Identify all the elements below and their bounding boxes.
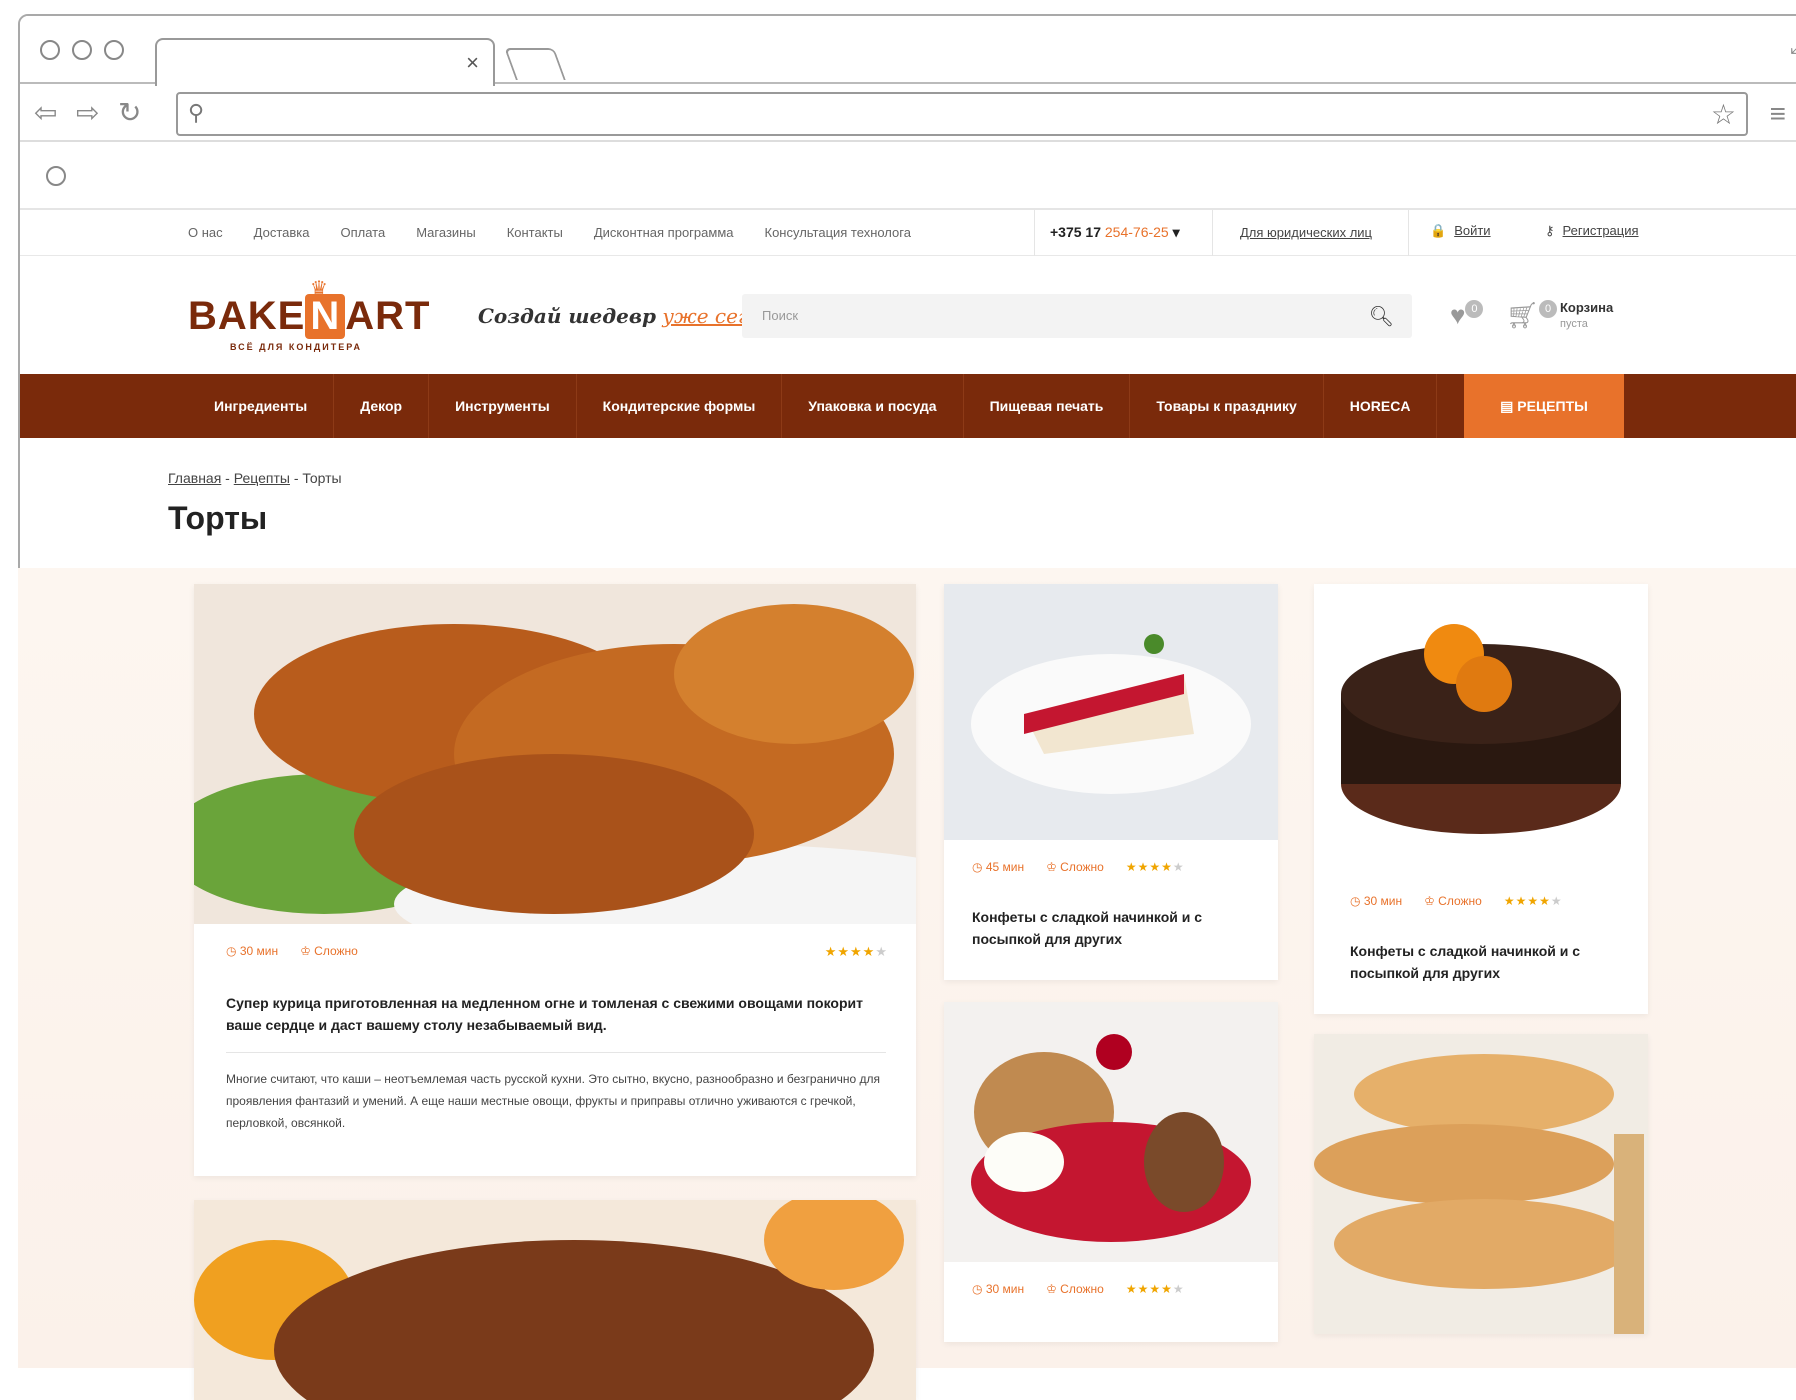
nav-item-ingredients[interactable]: Ингредиенты xyxy=(188,374,335,438)
recipe-meta: ◷ 30 мин ♔ Сложно xyxy=(226,944,358,958)
window-controls xyxy=(40,40,124,60)
recipe-title[interactable]: Конфеты с сладкой начинкой и с посыпкой … xyxy=(972,906,1262,950)
address-bar[interactable]: ⚲ ☆ xyxy=(176,92,1748,136)
clock-icon: ◷ 30 мин xyxy=(972,1282,1025,1296)
site-header: ♛ BAKE N ART ВСЁ ДЛЯ КОНДИТЕРА Создай шеде… xyxy=(20,256,1796,374)
key-icon: ⚷ xyxy=(1545,223,1555,238)
rating-stars: ★★★★★ xyxy=(1125,1282,1185,1296)
maximize-window-icon[interactable] xyxy=(104,40,124,60)
chocolate-cake-image xyxy=(1314,584,1648,874)
recipe-description: Многие считают, что каши – неотъемлемая … xyxy=(226,1072,880,1130)
recipe-meta: ◷ 30 мин ♔ Сложно ★★★★★ xyxy=(1350,894,1563,908)
top-links: О нас Доставка Оплата Магазины Контакты … xyxy=(188,225,911,240)
top-link-discount[interactable]: Дисконтная программа xyxy=(594,225,734,240)
breadcrumb-home[interactable]: Главная xyxy=(168,470,221,486)
browser-tab[interactable]: × xyxy=(155,38,495,86)
nav-item-holiday[interactable]: Товары к празднику xyxy=(1130,374,1324,438)
lock-icon: 🔒 xyxy=(1430,223,1447,238)
fullscreen-icon[interactable]: ⤢ xyxy=(1790,36,1796,59)
recipe-meta: ◷ 30 мин ♔ Сложно ★★★★★ xyxy=(972,1282,1185,1296)
clock-icon: ◷ 30 мин xyxy=(226,944,279,958)
search-input[interactable]: Поиск 🔍︎ xyxy=(742,294,1412,338)
main-nav: Ингредиенты Декор Инструменты Кондитерск… xyxy=(20,374,1796,438)
back-icon[interactable]: ⇦ xyxy=(34,96,57,129)
nav-item-tools[interactable]: Инструменты xyxy=(429,374,577,438)
close-window-icon[interactable] xyxy=(40,40,60,60)
nav-item-print[interactable]: Пищевая печать xyxy=(964,374,1131,438)
forward-icon[interactable]: ⇨ xyxy=(76,96,99,129)
tab-bar: × ⤢ xyxy=(20,16,1796,86)
menu-icon[interactable]: ≡ xyxy=(1770,98,1786,130)
cart-icon[interactable]: 🛒︎ 0 xyxy=(1506,300,1558,331)
phone-number[interactable]: +375 17 254-76-25 ▾ xyxy=(1050,224,1180,241)
recipe-card[interactable]: ◷ 45 мин ♔ Сложно ★★★★★ Конфеты с сладко… xyxy=(944,584,1278,980)
grilled-steak-image xyxy=(194,1200,916,1400)
pastry-image xyxy=(1314,1034,1648,1334)
chef-hat-icon: ♔ Сложно xyxy=(300,944,358,958)
search-icon: ⚲ xyxy=(188,100,205,125)
chicken-image xyxy=(194,584,916,924)
top-link-about[interactable]: О нас xyxy=(188,225,223,240)
waffle-dessert-image xyxy=(944,1002,1278,1262)
top-link-consult[interactable]: Консультация технолога xyxy=(765,225,911,240)
recipe-card[interactable]: ◷ 30 мин ♔ Сложно ★★★★★ Конфеты с сладко… xyxy=(1314,584,1648,1014)
cart-label[interactable]: Корзина xyxy=(1560,300,1613,315)
recipe-title[interactable]: Супер курица приготовленная на медленном… xyxy=(226,992,886,1036)
nav-item-forms[interactable]: Кондитерские формы xyxy=(577,374,783,438)
clock-icon: ◷ 45 мин xyxy=(972,860,1025,874)
recipe-book-icon: ▤ xyxy=(1500,398,1514,414)
breadcrumb: Главная - Рецепты - Торты xyxy=(168,470,342,486)
top-link-contacts[interactable]: Контакты xyxy=(507,225,563,240)
login-link[interactable]: 🔒 Войти xyxy=(1430,223,1491,239)
cart-status: пуста xyxy=(1560,318,1588,330)
rating-stars: ★★★★★ xyxy=(1125,860,1185,874)
nav-item-packaging[interactable]: Упаковка и посуда xyxy=(782,374,964,438)
favorites-icon[interactable]: ♥ 0 xyxy=(1450,300,1484,331)
bookmark-star-icon[interactable]: ☆ xyxy=(1711,98,1736,131)
logo[interactable]: ♛ BAKE N ART ВСЁ ДЛЯ КОНДИТЕРА xyxy=(188,276,438,356)
bookmark-icon[interactable] xyxy=(46,166,66,186)
recipe-card[interactable] xyxy=(194,1200,916,1400)
chef-hat-icon: ♔ Сложно xyxy=(1046,1282,1104,1296)
nav-item-recipes[interactable]: ▤ РЕЦЕПТЫ xyxy=(1464,374,1624,438)
browser-toolbar: ⇦ ⇨ ↻ ⚲ ☆ ≡ xyxy=(20,84,1796,142)
breadcrumb-current: Торты xyxy=(302,470,342,486)
nav-item-decor[interactable]: Декор xyxy=(334,374,430,438)
top-link-payment[interactable]: Оплата xyxy=(340,225,385,240)
search-icon[interactable]: 🔍︎ xyxy=(1369,304,1394,329)
recipe-grid: ◷ 30 мин ♔ Сложно ★★★★★ Супер курица при… xyxy=(18,568,1796,1400)
minimize-window-icon[interactable] xyxy=(72,40,92,60)
recipe-meta: ◷ 45 мин ♔ Сложно ★★★★★ xyxy=(972,860,1185,874)
top-link-shops[interactable]: Магазины xyxy=(416,225,476,240)
recipe-card[interactable] xyxy=(1314,1034,1648,1334)
chef-hat-icon: ♔ Сложно xyxy=(1424,894,1482,908)
register-link[interactable]: ⚷ Регистрация xyxy=(1545,223,1639,239)
top-link-delivery[interactable]: Доставка xyxy=(254,225,310,240)
bookmarks-bar xyxy=(20,142,1796,210)
cheesecake-image xyxy=(944,584,1278,840)
clock-icon: ◷ 30 мин xyxy=(1350,894,1403,908)
breadcrumb-recipes[interactable]: Рецепты xyxy=(234,470,290,486)
chef-hat-icon: ♔ Сложно xyxy=(1046,860,1104,874)
top-info-bar: О нас Доставка Оплата Магазины Контакты … xyxy=(20,210,1796,256)
rating-stars: ★★★★★ xyxy=(824,944,888,959)
recipe-title[interactable]: Конфеты с сладкой начинкой и с посыпкой … xyxy=(1350,940,1630,984)
close-tab-icon[interactable]: × xyxy=(466,50,479,76)
new-tab-button[interactable] xyxy=(504,48,566,80)
recipe-card[interactable]: ◷ 30 мин ♔ Сложно ★★★★★ Супер курица при… xyxy=(194,584,916,1176)
rating-stars: ★★★★★ xyxy=(1503,894,1563,908)
legal-entities-link[interactable]: Для юридических лиц xyxy=(1240,225,1372,240)
recipe-card[interactable]: ◷ 30 мин ♔ Сложно ★★★★★ xyxy=(944,1002,1278,1342)
page-title: Торты xyxy=(168,500,268,536)
reload-icon[interactable]: ↻ xyxy=(118,96,141,129)
nav-item-horeca[interactable]: HORECA xyxy=(1324,374,1438,438)
